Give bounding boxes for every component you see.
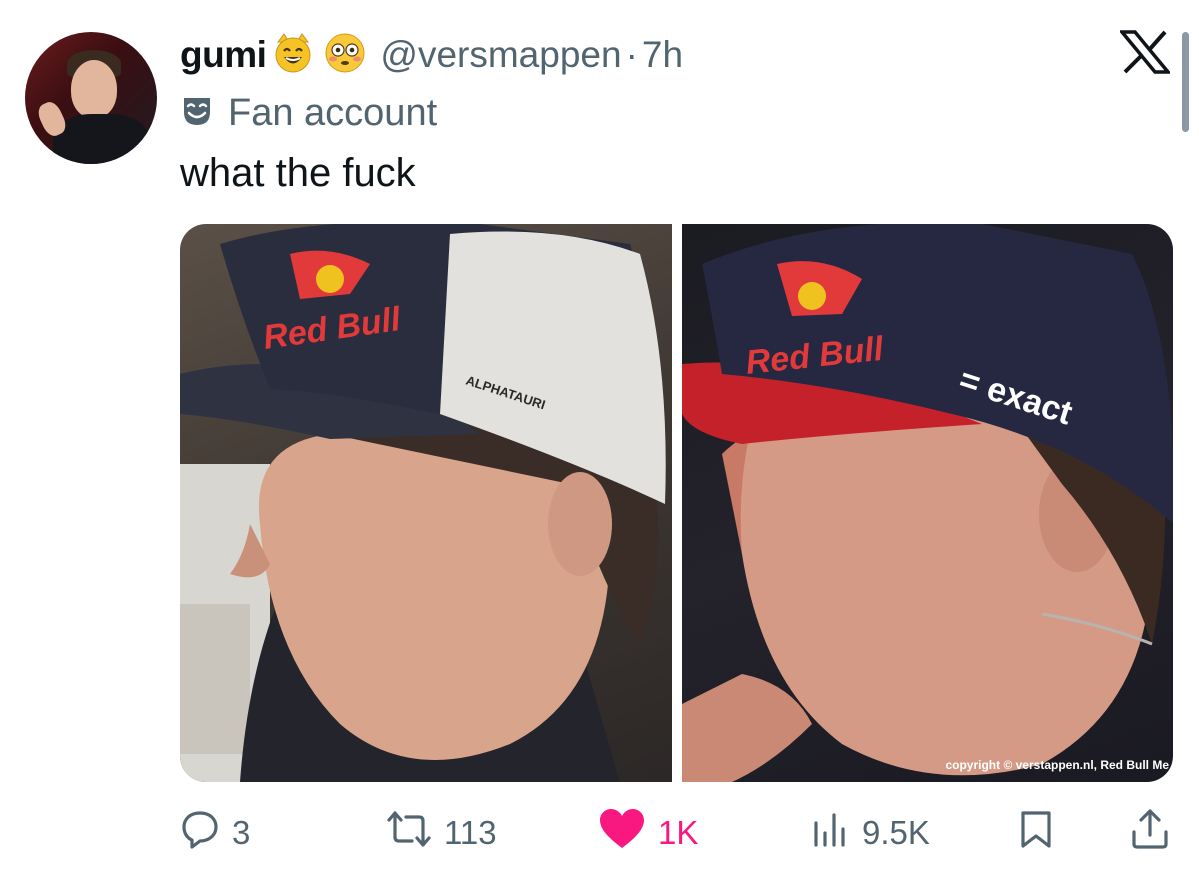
photo-left-image: Red Bull ALPHATAURI: [180, 224, 666, 782]
like-count: 1K: [658, 814, 699, 851]
avatar[interactable]: [25, 32, 157, 164]
reply-button[interactable]: 3: [180, 806, 250, 860]
share-button[interactable]: [1130, 806, 1170, 860]
scrollbar[interactable]: [1182, 32, 1189, 132]
copyright-caption: copyright © verstappen.nl, Red Bull Me: [945, 758, 1169, 772]
media-grid: Red Bull ALPHATAURI Red Bull = exact cop…: [180, 224, 1173, 782]
handle[interactable]: @versmappen: [380, 34, 621, 76]
photo-right-image: Red Bull = exact: [681, 224, 1173, 782]
tweet-text: what the fuck: [180, 151, 416, 195]
separator-dot: ·: [625, 34, 638, 75]
views-chart-icon: [810, 809, 850, 857]
repost-button[interactable]: 113: [386, 806, 497, 860]
bookmark-icon: [1018, 809, 1054, 857]
repost-icon: [386, 809, 432, 857]
photo-right[interactable]: Red Bull = exact copyright © verstappen.…: [681, 224, 1173, 782]
repost-count: 113: [444, 814, 497, 851]
tweet-header: gumi @versmappen · 7h: [180, 30, 683, 80]
action-bar: 3 113 1K 9.5K: [180, 806, 1173, 860]
timestamp[interactable]: 7h: [642, 34, 683, 76]
views-count: 9.5K: [862, 814, 930, 851]
x-logo-icon[interactable]: [1118, 30, 1172, 79]
label-text: Fan account: [228, 91, 438, 134]
fan-account-label: Fan account: [180, 88, 437, 138]
display-name[interactable]: gumi: [180, 34, 267, 76]
mask-icon: [180, 94, 214, 133]
reply-count: 3: [232, 814, 251, 851]
views-button[interactable]: 9.5K: [810, 806, 930, 860]
like-button[interactable]: 1K: [598, 806, 698, 860]
share-icon: [1130, 808, 1170, 858]
reply-icon: [180, 809, 220, 857]
heart-filled-icon: [598, 808, 646, 858]
photo-left[interactable]: Red Bull ALPHATAURI: [180, 224, 672, 782]
smiling-cat-emoji: [272, 32, 314, 79]
flushed-face-emoji: [324, 32, 366, 79]
bookmark-button[interactable]: [1018, 806, 1054, 860]
